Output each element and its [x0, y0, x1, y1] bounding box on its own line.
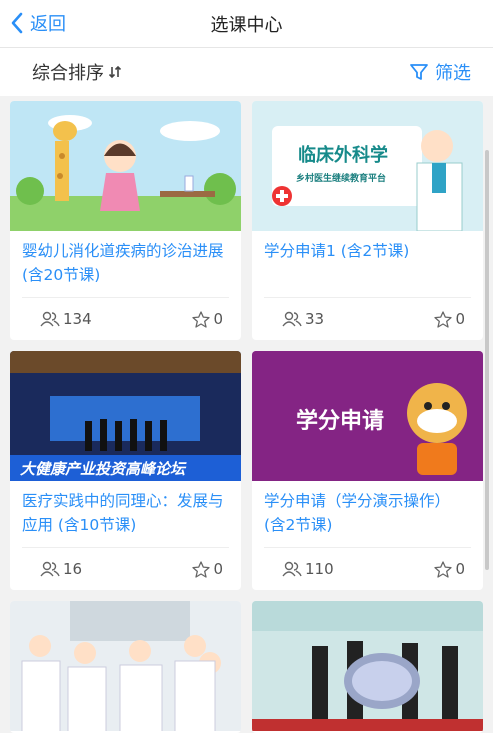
star-icon — [434, 560, 453, 578]
users-icon — [40, 311, 60, 327]
thumbnail-heading: 学分申请 — [296, 409, 385, 434]
course-card[interactable]: 学分申请 学分申请（学分演示操作）(含2节课) 110 0 — [252, 351, 483, 590]
learner-count: 33 — [282, 310, 324, 328]
course-card[interactable]: 婴幼儿消化道疾病的诊治进展 (含20节课) 134 0 — [10, 101, 241, 340]
learner-count: 110 — [282, 560, 334, 578]
page-title: 选课中心 — [210, 14, 283, 36]
course-thumbnail — [10, 101, 241, 231]
course-title: 婴幼儿消化道疾病的诊治进展 (含20节课) — [22, 242, 224, 284]
course-thumbnail — [10, 601, 241, 731]
navigation-bar: 返回 选课中心 — [0, 0, 493, 48]
favorite-count[interactable]: 0 — [192, 310, 223, 328]
star-icon — [192, 310, 211, 328]
filter-bar: 综合排序 筛选 — [0, 48, 493, 96]
course-card[interactable] — [252, 601, 483, 733]
course-stats: 33 0 — [252, 298, 483, 328]
star-icon — [192, 560, 211, 578]
favorite-count[interactable]: 0 — [434, 560, 465, 578]
users-icon — [282, 561, 302, 577]
course-card[interactable]: 大健康产业投资高峰论坛 医疗实践中的同理心：发展与应用 (含10节课) 16 0 — [10, 351, 241, 590]
course-card[interactable] — [10, 601, 241, 733]
course-card[interactable]: 临床外科学 乡村医生继续教育平台 学分申请1 (含2节课) 33 0 — [252, 101, 483, 340]
course-stats: 16 0 — [10, 548, 241, 578]
course-title: 学分申请（学分演示操作）(含2节课) — [264, 492, 451, 534]
sort-label: 综合排序 — [32, 63, 104, 84]
course-thumbnail: 临床外科学 乡村医生继续教育平台 — [252, 101, 483, 231]
learner-count: 16 — [40, 560, 82, 578]
course-stats: 134 0 — [10, 298, 241, 328]
learner-count: 134 — [40, 310, 92, 328]
users-icon — [40, 561, 60, 577]
chevron-left-icon — [11, 12, 23, 34]
back-label: 返回 — [30, 14, 66, 35]
sort-dropdown[interactable]: 综合排序 — [32, 59, 122, 85]
funnel-icon — [410, 64, 428, 80]
course-title: 学分申请1 (含2节课) — [264, 242, 410, 260]
back-button[interactable]: 返回 — [10, 10, 66, 36]
sort-arrows-icon — [108, 65, 122, 79]
course-thumbnail: 大健康产业投资高峰论坛 — [10, 351, 241, 481]
scrollbar[interactable] — [485, 150, 489, 570]
course-thumbnail — [252, 601, 483, 731]
course-thumbnail: 学分申请 — [252, 351, 483, 481]
users-icon — [282, 311, 302, 327]
thumbnail-banner-text: 大健康产业投资高峰论坛 — [20, 460, 186, 478]
thumbnail-subtitle: 乡村医生继续教育平台 — [296, 174, 387, 184]
filter-label: 筛选 — [435, 63, 471, 84]
favorite-count[interactable]: 0 — [192, 560, 223, 578]
favorite-count[interactable]: 0 — [434, 310, 465, 328]
star-icon — [434, 310, 453, 328]
course-stats: 110 0 — [252, 548, 483, 578]
course-title: 医疗实践中的同理心：发展与应用 (含10节课) — [22, 492, 224, 534]
filter-button[interactable]: 筛选 — [409, 59, 471, 85]
thumbnail-heading: 临床外科学 — [298, 145, 388, 166]
